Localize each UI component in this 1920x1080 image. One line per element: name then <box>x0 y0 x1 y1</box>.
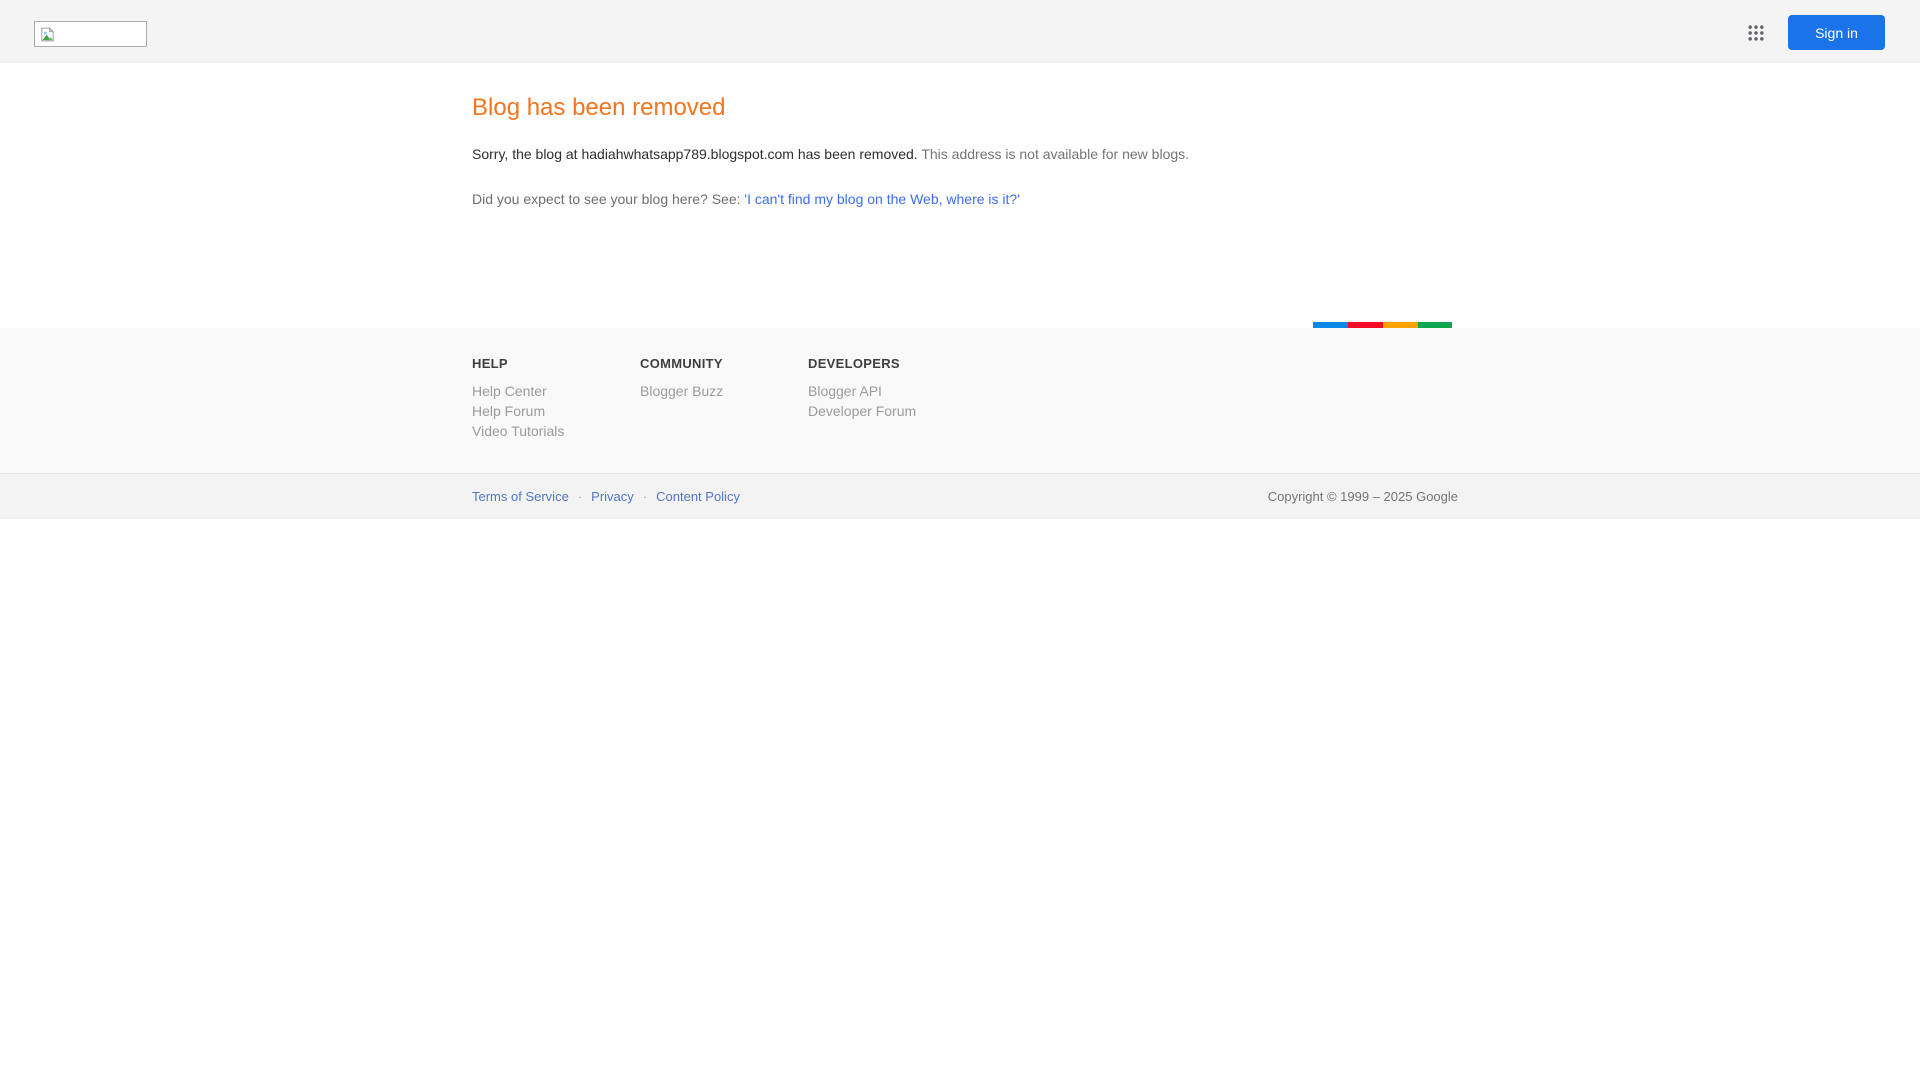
footer-link-blogger-api[interactable]: Blogger API <box>808 381 976 401</box>
blogger-logo-broken-image[interactable] <box>34 21 147 47</box>
footer-link-video-tutorials[interactable]: Video Tutorials <box>472 421 640 441</box>
separator-dot: · <box>578 489 582 504</box>
content-policy-link[interactable]: Content Policy <box>656 489 740 504</box>
footer-heading-developers: DEVELOPERS <box>808 356 976 371</box>
footer-column-community: COMMUNITY Blogger Buzz <box>640 356 808 441</box>
legal-bar: Terms of Service · Privacy · Content Pol… <box>0 473 1920 519</box>
page-title: Blog has been removed <box>472 94 1458 122</box>
footer-columns: HELP Help Center Help Forum Video Tutori… <box>472 328 1458 441</box>
google-apps-grid-icon[interactable] <box>1742 19 1770 47</box>
privacy-link[interactable]: Privacy <box>591 489 634 504</box>
footer-column-developers: DEVELOPERS Blogger API Developer Forum <box>808 356 976 441</box>
removal-message: Sorry, the blog at hadiahwhatsapp789.blo… <box>472 145 1458 163</box>
removal-message-primary: Sorry, the blog at hadiahwhatsapp789.blo… <box>472 146 918 162</box>
separator-dot: · <box>643 489 647 504</box>
footer-link-developer-forum[interactable]: Developer Forum <box>808 401 976 421</box>
footer-column-help: HELP Help Center Help Forum Video Tutori… <box>472 356 640 441</box>
footer-link-help-forum[interactable]: Help Forum <box>472 401 640 421</box>
copyright-text: Copyright © 1999 – 2025 Google <box>1268 489 1458 504</box>
footer-link-help-center[interactable]: Help Center <box>472 381 640 401</box>
broken-image-icon <box>39 26 56 43</box>
footer-heading-community: COMMUNITY <box>640 356 808 371</box>
legal-links: Terms of Service · Privacy · Content Pol… <box>472 489 740 504</box>
removal-message-secondary: This address is not available for new bl… <box>918 146 1189 162</box>
top-navbar: | Sign in <box>0 0 1920 63</box>
expect-blog-prefix: Did you expect to see your blog here? Se… <box>472 191 744 207</box>
main-content: Blog has been removed Sorry, the blog at… <box>0 63 1920 328</box>
apps-grid-dots <box>1746 23 1766 43</box>
terms-of-service-link[interactable]: Terms of Service <box>472 489 569 504</box>
footer-heading-help: HELP <box>472 356 640 371</box>
footer-link-blogger-buzz[interactable]: Blogger Buzz <box>640 381 808 401</box>
cant-find-blog-link[interactable]: 'I can't find my blog on the Web, where … <box>744 191 1019 207</box>
text-caret: | <box>161 25 163 48</box>
footer: HELP Help Center Help Forum Video Tutori… <box>0 328 1920 473</box>
expect-blog-line: Did you expect to see your blog here? Se… <box>472 190 1458 208</box>
sign-in-button[interactable]: Sign in <box>1788 15 1885 50</box>
